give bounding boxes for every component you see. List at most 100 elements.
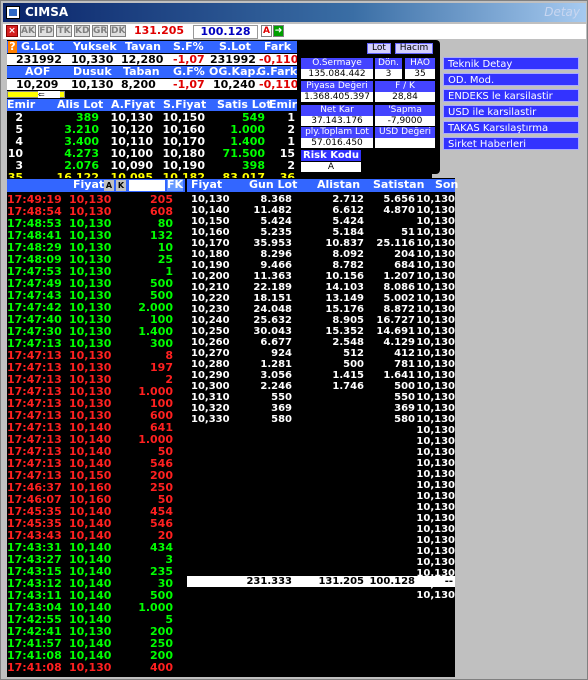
total-satistan: 100.128 xyxy=(369,576,415,587)
dist-cell: 580 xyxy=(394,414,415,425)
arrow-right-icon[interactable]: ➜ xyxy=(273,25,284,37)
ply-lot-value: 57.016.450 xyxy=(301,138,373,148)
depth-cell: 10,130 xyxy=(110,111,153,124)
gf-value: -1,07 xyxy=(173,78,205,91)
ak-button[interactable]: AK xyxy=(20,25,36,37)
dist-cell: 500 xyxy=(394,381,415,392)
dist-cell: 8.872 xyxy=(383,304,415,315)
sf-label: S.F% xyxy=(173,40,204,53)
dist-row: 10,280 1.281 500 781 10,130 xyxy=(187,359,455,370)
sort-a-button[interactable]: A xyxy=(104,180,114,191)
depth-cell: 1.400 xyxy=(230,135,265,148)
dist-cell: 6.677 xyxy=(260,337,292,348)
dist-cell: 550 xyxy=(394,392,415,403)
hacim-button[interactable]: Hacim xyxy=(395,43,433,54)
dist-cell: 2.246 xyxy=(260,381,292,392)
dist-cell: 10,130 xyxy=(416,337,455,348)
aof-label: AOF xyxy=(25,65,51,78)
dist-cell: 10,320 xyxy=(191,403,230,414)
dist-cell: 24.048 xyxy=(253,304,292,315)
son-cell: 10,130 xyxy=(416,557,455,568)
dist-row: 10,140 11.482 6.612 4.870 10,130 xyxy=(187,205,455,216)
dist-cell: 10,130 xyxy=(416,205,455,216)
dist-row: 10,180 8.296 8.092 204 10,130 xyxy=(187,249,455,260)
taban-value: 8,200 xyxy=(121,78,156,91)
buy-total-value: 131.205 xyxy=(133,24,185,37)
dusuk-label: Dusuk xyxy=(73,65,112,78)
lot-button[interactable]: Lot xyxy=(367,43,391,54)
dist-row: 10,240 25.632 8.905 16.727 10,130 xyxy=(187,315,455,326)
dist-cell: 4.870 xyxy=(383,205,415,216)
gf-label: G.F% xyxy=(173,65,205,78)
dist-cell: 10,130 xyxy=(416,348,455,359)
arrow-left-icon[interactable]: ⇐ xyxy=(38,91,60,99)
ogkap-value: 10,240 xyxy=(213,78,256,91)
depth-cell: 10,090 xyxy=(110,159,153,172)
depth-cell: 10,100 xyxy=(110,147,153,160)
son-cell: 10,130 xyxy=(416,480,455,491)
glot-value: 231992 xyxy=(16,53,62,66)
glot-label: G.Lot xyxy=(21,40,55,53)
dist-cell: 10,310 xyxy=(191,392,230,403)
side-menu-item[interactable]: TAKAS Karsılaştırma xyxy=(443,121,579,134)
filter-input[interactable] xyxy=(129,180,165,191)
gr-button[interactable]: GR xyxy=(92,25,108,37)
info-icon[interactable]: ? xyxy=(8,41,17,53)
side-menu-item[interactable]: OD. Mod. xyxy=(443,73,579,86)
depth-cell: 1 xyxy=(287,135,295,148)
dist-row: 10,170 35.953 10.837 25.116 10,130 xyxy=(187,238,455,249)
side-menu-item[interactable]: Sirket Haberleri xyxy=(443,137,579,150)
dist-cell: 10,240 xyxy=(191,315,230,326)
depth-cell: 3.210 xyxy=(64,123,99,136)
dist-fiyat-label[interactable]: Fiyat xyxy=(191,179,222,191)
fk-filter-button[interactable]: FK xyxy=(167,179,184,191)
depth-cell: 3.400 xyxy=(64,135,99,148)
depth-cell: 2.076 xyxy=(64,159,99,172)
dist-cell: 10,130 xyxy=(416,370,455,381)
side-menu-item[interactable]: Teknik Detay xyxy=(443,57,579,70)
emir-label: Emir xyxy=(7,98,36,111)
a-toggle[interactable]: A xyxy=(261,25,272,37)
sort-k-button[interactable]: K xyxy=(116,180,126,191)
summary-values-1: 231992 10,330 12,280 -1,07 231992 -0,110 xyxy=(7,53,298,66)
depth-cell: 5 xyxy=(15,123,23,136)
slot-label: S.Lot xyxy=(219,40,251,53)
side-menu-item[interactable]: USD ile karsilastir xyxy=(443,105,579,118)
dist-cell: 10,130 xyxy=(416,359,455,370)
hao-value: 35 xyxy=(405,69,435,79)
son-cell: 10,130 xyxy=(416,546,455,557)
dist-cell: 10,130 xyxy=(416,271,455,282)
total-son: -- xyxy=(444,576,453,587)
taban-label: Taban xyxy=(123,65,160,78)
dist-cell: 5.424 xyxy=(260,216,292,227)
dist-row: 10,250 30.043 15.352 14.691 10,130 xyxy=(187,326,455,337)
app-icon xyxy=(6,6,20,19)
dist-cell: 14.691 xyxy=(376,326,415,337)
tk-button[interactable]: TK xyxy=(56,25,72,37)
depth-cell: 389 xyxy=(76,111,99,124)
dist-cell: 10,190 xyxy=(191,260,230,271)
title-bar[interactable]: CIMSA Detay xyxy=(3,3,586,22)
close-icon[interactable]: × xyxy=(6,25,18,37)
dist-cell: 16.727 xyxy=(376,315,415,326)
alislot-label: Alis Lot xyxy=(57,98,104,111)
son-cell: 10,130 xyxy=(416,513,455,524)
fd-button[interactable]: FD xyxy=(38,25,54,37)
son-cell: 10,130 xyxy=(416,535,455,546)
ticks-header: Fiyat A K FK xyxy=(7,179,185,192)
sell-total-value: 100.128 xyxy=(193,25,258,39)
kd-button[interactable]: KD xyxy=(74,25,90,37)
dist-cell: 25.632 xyxy=(253,315,292,326)
dist-cell: 10,130 xyxy=(416,194,455,205)
depth-cell: 71.500 xyxy=(222,147,265,160)
dist-row: 10,150 5.424 5.424 10,130 xyxy=(187,216,455,227)
window-title: CIMSA xyxy=(25,5,69,19)
dist-cell: 10,130 xyxy=(416,216,455,227)
side-menu-item[interactable]: ENDEKS le karsilastir xyxy=(443,89,579,102)
son-cell: 10,130 xyxy=(416,502,455,513)
depth-cell: 2 xyxy=(287,123,295,136)
depth-cell: 10,190 xyxy=(162,159,205,172)
depth-cell: 10,160 xyxy=(162,123,205,136)
dk-button[interactable]: DK xyxy=(110,25,126,37)
slot-value: 231992 xyxy=(210,53,256,66)
